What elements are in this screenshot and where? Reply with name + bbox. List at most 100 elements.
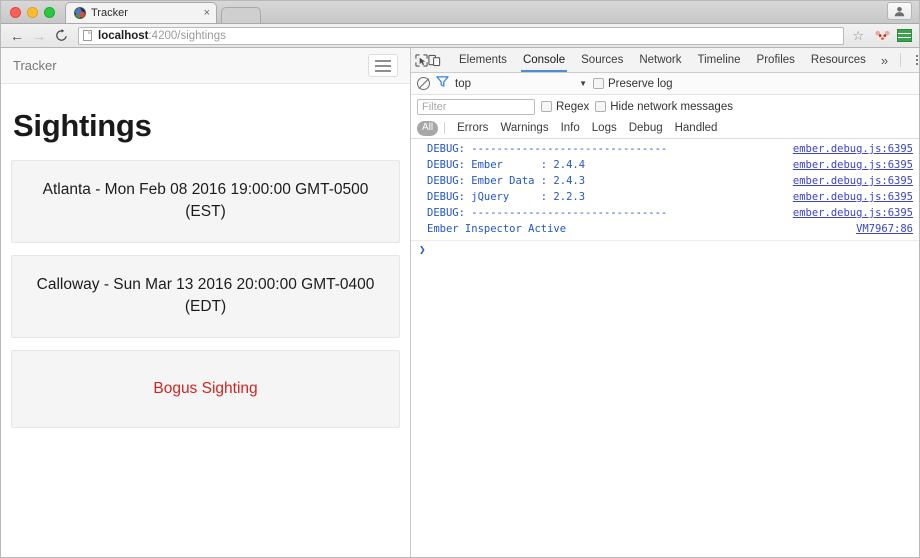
app-brand[interactable]: Tracker [13,58,57,73]
console-level-filters: All Errors Warnings Info Logs Debug Hand… [411,118,919,139]
funnel-icon[interactable] [436,75,449,93]
devtools-tabbar: Elements Console Sources Network Timelin… [411,48,919,73]
more-tabs-chevron-icon[interactable]: » [874,48,895,72]
browser-tabstrip: Tracker × [1,1,919,24]
execution-context-value: top [455,77,471,90]
kebab-dot [916,59,919,61]
console-message-source[interactable]: ember.debug.js:6395 [793,174,913,188]
console-message-source[interactable]: ember.debug.js:6395 [793,142,913,156]
preserve-log-checkbox[interactable] [593,78,604,89]
tab-network[interactable]: Network [631,48,689,72]
device-toolbar-icon[interactable] [428,48,441,72]
inspect-element-icon[interactable] [415,48,428,72]
console-message-source[interactable]: ember.debug.js:6395 [793,190,913,204]
globe-favicon-icon [74,7,86,19]
tab-profiles[interactable]: Profiles [749,48,803,72]
level-filter-all[interactable]: All [417,120,439,136]
console-message-text: DEBUG: ------------------------------- [427,143,668,155]
filter-funnel-icon [436,75,449,87]
hide-network-toggle[interactable]: Hide network messages [595,101,733,113]
bookmark-star-icon[interactable]: ☆ [852,29,864,42]
hamburger-bar [375,69,391,72]
console-message-text: DEBUG: Ember Data : 2.4.3 [427,175,586,187]
clear-console-icon[interactable] [417,77,430,90]
hamburger-menu-icon[interactable] [368,54,398,77]
level-filter-handled[interactable]: Handled [669,122,724,134]
forward-button[interactable]: → [29,26,49,46]
level-filter-logs[interactable]: Logs [586,122,623,134]
console-message-text: DEBUG: jQuery : 2.2.3 [427,191,586,203]
preserve-log-label: Preserve log [608,77,673,90]
level-filter-debug[interactable]: Debug [623,122,669,134]
device-toggle-icon [428,54,441,66]
tab-resources[interactable]: Resources [803,48,874,72]
prompt-caret-icon: ❯ [419,243,426,256]
console-message-text: Ember Inspector Active [427,223,567,235]
console-message-text: DEBUG: Ember : 2.4.4 [427,159,586,171]
console-message-list[interactable]: DEBUG: ------------------------------- e… [411,139,919,557]
kebab-menu-icon[interactable] [906,48,919,72]
console-message-source[interactable]: VM7967:86 [856,222,913,236]
tab-title: Tracker [91,7,128,19]
inspect-cursor-icon [415,53,428,67]
regex-toggle[interactable]: Regex [541,101,589,113]
profile-button[interactable] [887,2,912,20]
execution-context-select[interactable]: top ▼ [455,78,587,90]
console-prompt[interactable]: ❯ [411,240,919,258]
page-title: Sightings [13,108,152,143]
minimize-window-button[interactable] [27,7,38,18]
zoom-window-button[interactable] [44,7,55,18]
window-traffic-lights [1,7,63,23]
sighting-label-bogus: Bogus Sighting [153,379,258,397]
console-message-source[interactable]: ember.debug.js:6395 [793,206,913,220]
tab-console[interactable]: Console [515,48,573,72]
kebab-dot [916,55,919,57]
close-window-button[interactable] [10,7,21,18]
tab-timeline[interactable]: Timeline [690,48,749,72]
sighting-card[interactable]: Calloway - Sun Mar 13 2016 20:00:00 GMT-… [11,254,400,338]
new-tab-button[interactable] [221,7,261,23]
console-message[interactable]: DEBUG: jQuery : 2.2.3 ember.debug.js:639… [411,189,919,205]
page-info-icon [83,30,92,41]
level-filter-errors[interactable]: Errors [451,122,494,134]
sighting-card-bogus[interactable]: Bogus Sighting [11,349,400,428]
console-filter-row: Regex Hide network messages [411,95,919,118]
devtools-panel: Elements Console Sources Network Timelin… [411,48,919,557]
console-message[interactable]: Ember Inspector Active VM7967:86 [411,221,919,237]
level-filter-info[interactable]: Info [555,122,586,134]
hide-network-checkbox[interactable] [595,101,607,112]
green-lines-extension-icon[interactable] [897,29,912,42]
reload-icon [55,29,67,41]
close-icon[interactable]: × [204,7,210,19]
sighting-card[interactable]: Atlanta - Mon Feb 08 2016 19:00:00 GMT-0… [11,160,400,243]
page-body: Sightings Atlanta - Mon Feb 08 2016 19:0… [1,84,410,428]
preserve-log-toggle[interactable]: Preserve log [593,78,673,90]
regex-checkbox[interactable] [541,101,552,112]
console-message[interactable]: DEBUG: ------------------------------- e… [411,205,919,221]
tabstrip-right-controls [887,2,919,23]
hamburger-bar [375,59,391,62]
tab-sources[interactable]: Sources [573,48,631,72]
hamster-face-icon [874,30,890,42]
console-message[interactable]: DEBUG: Ember : 2.4.4 ember.debug.js:6395 [411,157,919,173]
browser-window: Tracker × ← → localhost:4200/sightings ☆… [0,0,920,558]
back-button[interactable]: ← [7,26,27,46]
person-icon [894,6,905,16]
console-message[interactable]: DEBUG: ------------------------------- e… [411,141,919,157]
regex-label: Regex [556,100,590,113]
hamburger-bar [375,64,391,67]
sighting-label: Calloway - Sun Mar 13 2016 20:00:00 GMT-… [36,275,375,316]
reload-button[interactable] [51,26,71,46]
level-divider [444,122,446,134]
console-filter-input[interactable] [417,98,535,115]
console-message[interactable]: DEBUG: Ember Data : 2.4.3 ember.debug.js… [411,173,919,189]
address-bar[interactable]: localhost:4200/sightings [78,26,845,45]
url-path: :4200/sightings [148,29,226,42]
browser-tab-tracker[interactable]: Tracker × [65,2,217,23]
app-navbar: Tracker [1,48,410,84]
level-filter-warnings[interactable]: Warnings [494,122,554,134]
ember-extension-icon[interactable] [874,28,890,44]
console-message-source[interactable]: ember.debug.js:6395 [793,158,913,172]
sighting-label: Atlanta - Mon Feb 08 2016 19:00:00 GMT-0… [42,181,369,221]
tab-elements[interactable]: Elements [451,48,515,72]
